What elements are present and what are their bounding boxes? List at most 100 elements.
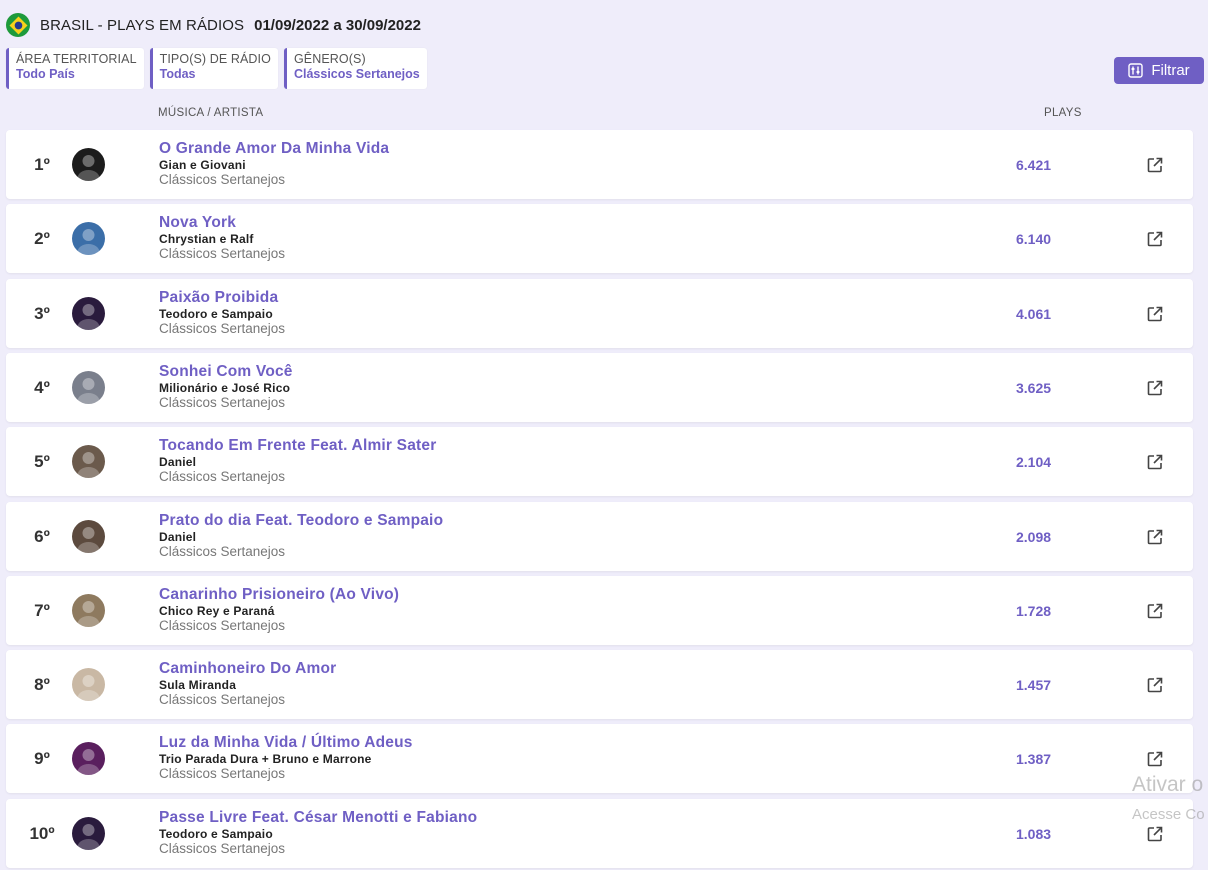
filter-sliders-icon bbox=[1128, 63, 1144, 78]
artist-avatar bbox=[72, 445, 105, 478]
artist-name: Daniel bbox=[159, 455, 197, 469]
rank-position: 4º bbox=[34, 377, 50, 397]
rank-position: 8º bbox=[34, 674, 50, 694]
song-title-link[interactable]: Prato do dia Feat. Teodoro e Sampaio bbox=[159, 512, 443, 530]
ranking-row[interactable]: 10º Passe Livre Feat. César Menotti e Fa… bbox=[6, 799, 1193, 868]
genre-label: Clássicos Sertanejos bbox=[159, 544, 286, 559]
column-header-music-artist: MÚSICA / ARTISTA bbox=[158, 107, 264, 119]
plays-count: 3.625 bbox=[1016, 379, 1052, 396]
song-title-link[interactable]: Nova York bbox=[159, 214, 236, 232]
artist-avatar bbox=[72, 371, 105, 404]
ranking-row[interactable]: 4º Sonhei Com Você Milionário e José Ric… bbox=[6, 353, 1193, 422]
artist-avatar bbox=[72, 742, 105, 775]
artist-name: Chrystian e Ralf bbox=[159, 232, 254, 246]
song-title-link[interactable]: Canarinho Prisioneiro (Ao Vivo) bbox=[159, 586, 399, 604]
artist-avatar bbox=[72, 668, 105, 701]
rank-position: 1º bbox=[34, 154, 50, 174]
external-link-icon[interactable] bbox=[1146, 379, 1164, 397]
artist-name: Daniel bbox=[159, 530, 197, 544]
genre-label: Clássicos Sertanejos bbox=[159, 841, 286, 856]
genre-label: Clássicos Sertanejos bbox=[159, 618, 286, 633]
external-link-icon[interactable] bbox=[1146, 528, 1164, 546]
plays-count: 2.104 bbox=[1016, 453, 1052, 470]
filter-area: ÁREA TERRITORIAL Todo País bbox=[6, 48, 144, 89]
genre-label: Clássicos Sertanejos bbox=[159, 321, 286, 336]
genre-label: Clássicos Sertanejos bbox=[159, 172, 286, 187]
external-link-icon[interactable] bbox=[1146, 230, 1164, 248]
ranking-row[interactable]: 1º O Grande Amor Da Minha Vida Gian e Gi… bbox=[6, 130, 1193, 199]
page-title: BRASIL - PLAYS EM RÁDIOS bbox=[40, 16, 245, 34]
ranking-row[interactable]: 3º Paixão Proibida Teodoro e Sampaio Clá… bbox=[6, 279, 1193, 348]
brazil-flag-icon bbox=[6, 13, 30, 37]
external-link-icon[interactable] bbox=[1146, 453, 1164, 471]
filter-genre-value: Clássicos Sertanejos bbox=[293, 67, 420, 81]
ranking-row[interactable]: 6º Prato do dia Feat. Teodoro e Sampaio … bbox=[6, 502, 1193, 571]
artist-avatar bbox=[72, 148, 105, 181]
rank-position: 5º bbox=[34, 451, 50, 471]
active-filters: ÁREA TERRITORIAL Todo País TIPO(S) DE RÁ… bbox=[6, 48, 427, 89]
filter-button-label: Filtrar bbox=[1151, 62, 1190, 79]
song-title-link[interactable]: O Grande Amor Da Minha Vida bbox=[159, 140, 389, 158]
plays-count: 6.421 bbox=[1016, 156, 1052, 173]
plays-count: 4.061 bbox=[1016, 305, 1052, 322]
external-link-icon[interactable] bbox=[1146, 156, 1164, 174]
ranking-row[interactable]: 9º Luz da Minha Vida / Último Adeus Trio… bbox=[6, 724, 1193, 793]
filter-area-label: ÁREA TERRITORIAL bbox=[16, 52, 137, 66]
plays-count: 1.083 bbox=[1016, 825, 1052, 842]
column-header-plays: PLAYS bbox=[1044, 107, 1082, 119]
rank-position: 3º bbox=[34, 303, 50, 323]
filter-genre-label: GÊNERO(S) bbox=[293, 52, 366, 66]
ranking-row[interactable]: 5º Tocando Em Frente Feat. Almir Sater D… bbox=[6, 427, 1193, 496]
filter-radio-type: TIPO(S) DE RÁDIO Todas bbox=[149, 48, 278, 89]
artist-avatar bbox=[72, 520, 105, 553]
ranking-row[interactable]: 2º Nova York Chrystian e Ralf Clássicos … bbox=[6, 204, 1193, 273]
plays-count: 1.728 bbox=[1016, 602, 1052, 619]
artist-avatar bbox=[72, 297, 105, 330]
external-link-icon[interactable] bbox=[1146, 825, 1164, 843]
external-link-icon[interactable] bbox=[1146, 305, 1164, 323]
filter-button[interactable]: Filtrar bbox=[1114, 57, 1204, 84]
rank-position: 10º bbox=[29, 823, 55, 843]
external-link-icon[interactable] bbox=[1146, 676, 1164, 694]
plays-count: 1.387 bbox=[1016, 750, 1052, 767]
rank-position: 2º bbox=[34, 228, 50, 248]
song-title-link[interactable]: Caminhoneiro Do Amor bbox=[159, 660, 336, 678]
song-title-link[interactable]: Sonhei Com Você bbox=[159, 363, 293, 381]
artist-name: Chico Rey e Paraná bbox=[159, 604, 275, 618]
song-title-link[interactable]: Luz da Minha Vida / Último Adeus bbox=[159, 734, 413, 752]
artist-avatar bbox=[72, 594, 105, 627]
genre-label: Clássicos Sertanejos bbox=[159, 246, 286, 261]
plays-count: 1.457 bbox=[1016, 676, 1052, 693]
period-range: 01/09/2022 a 30/09/2022 bbox=[254, 16, 421, 34]
filter-radio-type-label: TIPO(S) DE RÁDIO bbox=[159, 52, 271, 66]
filter-radio-type-value: Todas bbox=[159, 67, 196, 81]
song-title-link[interactable]: Tocando Em Frente Feat. Almir Sater bbox=[159, 437, 436, 455]
filter-genre: GÊNERO(S) Clássicos Sertanejos bbox=[283, 48, 427, 89]
artist-name: Sula Miranda bbox=[159, 678, 237, 692]
activation-watermark-title: Ativar o bbox=[1132, 773, 1204, 796]
artist-name: Milionário e José Rico bbox=[159, 381, 291, 395]
ranking-row[interactable]: 7º Canarinho Prisioneiro (Ao Vivo) Chico… bbox=[6, 576, 1193, 645]
rank-position: 9º bbox=[34, 748, 50, 768]
external-link-icon[interactable] bbox=[1146, 750, 1164, 768]
artist-name: Trio Parada Dura + Bruno e Marrone bbox=[159, 752, 372, 766]
song-title-link[interactable]: Paixão Proibida bbox=[159, 289, 278, 307]
artist-avatar bbox=[72, 222, 105, 255]
activation-watermark-subtitle: Acesse Co bbox=[1132, 806, 1205, 823]
artist-name: Teodoro e Sampaio bbox=[159, 307, 273, 321]
page-header: BRASIL - PLAYS EM RÁDIOS 01/09/2022 a 30… bbox=[6, 12, 421, 38]
genre-label: Clássicos Sertanejos bbox=[159, 766, 286, 781]
song-title-link[interactable]: Passe Livre Feat. César Menotti e Fabian… bbox=[159, 809, 477, 827]
rank-position: 6º bbox=[34, 526, 50, 546]
genre-label: Clássicos Sertanejos bbox=[159, 395, 286, 410]
artist-avatar bbox=[72, 817, 105, 850]
genre-label: Clássicos Sertanejos bbox=[159, 692, 286, 707]
genre-label: Clássicos Sertanejos bbox=[159, 469, 286, 484]
plays-count: 6.140 bbox=[1016, 230, 1052, 247]
artist-name: Gian e Giovani bbox=[159, 158, 246, 172]
artist-name: Teodoro e Sampaio bbox=[159, 827, 273, 841]
ranking-row[interactable]: 8º Caminhoneiro Do Amor Sula Miranda Clá… bbox=[6, 650, 1193, 719]
rank-position: 7º bbox=[34, 600, 50, 620]
plays-count: 2.098 bbox=[1016, 528, 1052, 545]
external-link-icon[interactable] bbox=[1146, 602, 1164, 620]
